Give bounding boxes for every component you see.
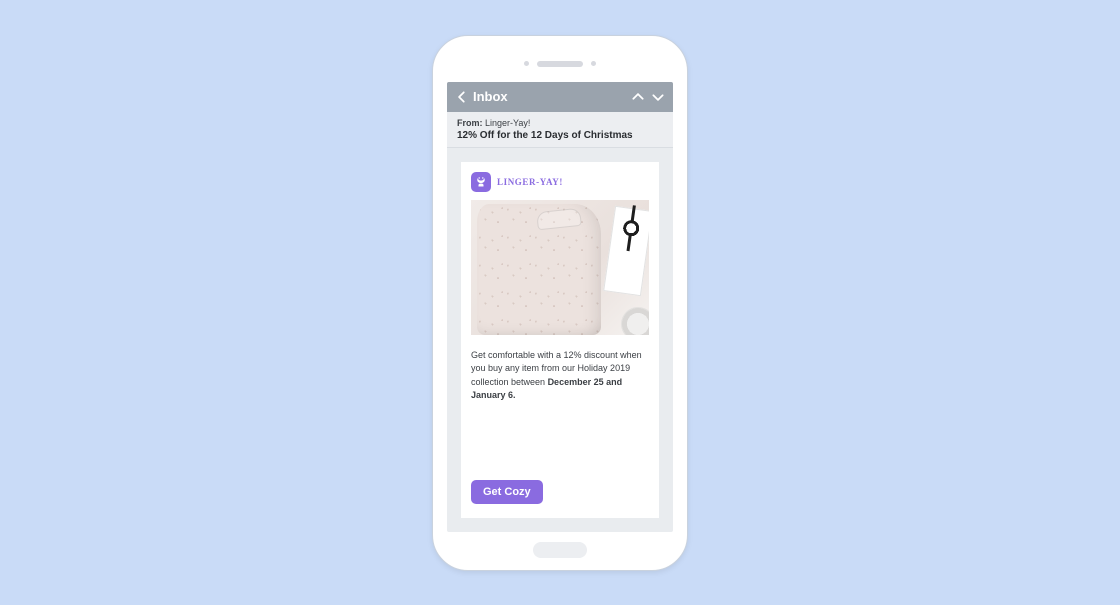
tray-illustration — [603, 205, 649, 295]
email-body: Get comfortable with a 12% discount when… — [471, 349, 649, 403]
email-card: LINGER-YAY! Get comfortable with a 12% d… — [461, 162, 659, 518]
from-line: From: Linger-Yay! — [457, 118, 663, 128]
brand-logo-icon — [471, 172, 491, 192]
back-icon[interactable] — [455, 90, 469, 104]
subject-line: 12% Off for the 12 Days of Christmas — [457, 130, 663, 141]
message-meta: From: Linger-Yay! 12% Off for the 12 Day… — [447, 112, 673, 148]
phone-screen: Inbox From: Linger-Yay! 12% Off for the … — [447, 82, 673, 532]
from-label: From: — [457, 118, 483, 128]
home-button[interactable] — [533, 542, 587, 558]
get-cozy-button[interactable]: Get Cozy — [471, 480, 543, 504]
phone-speaker-row — [447, 56, 673, 72]
message-content-area: LINGER-YAY! Get comfortable with a 12% d… — [447, 148, 673, 532]
brand-row: LINGER-YAY! — [471, 172, 649, 192]
phone-speaker — [537, 61, 583, 67]
watch-illustration — [621, 218, 641, 238]
camera-dot — [591, 61, 596, 66]
spacer — [471, 403, 649, 480]
brand-name: LINGER-YAY! — [497, 177, 563, 187]
phone-frame: Inbox From: Linger-Yay! 12% Off for the … — [432, 35, 688, 571]
pajama-illustration — [477, 204, 601, 335]
sensor-dot — [524, 61, 529, 66]
prev-message-icon[interactable] — [631, 90, 645, 104]
header-title: Inbox — [473, 89, 631, 104]
from-value: Linger-Yay! — [485, 118, 530, 128]
hero-image — [471, 200, 649, 335]
cup-illustration — [621, 307, 649, 335]
mail-header-bar: Inbox — [447, 82, 673, 112]
next-message-icon[interactable] — [651, 90, 665, 104]
